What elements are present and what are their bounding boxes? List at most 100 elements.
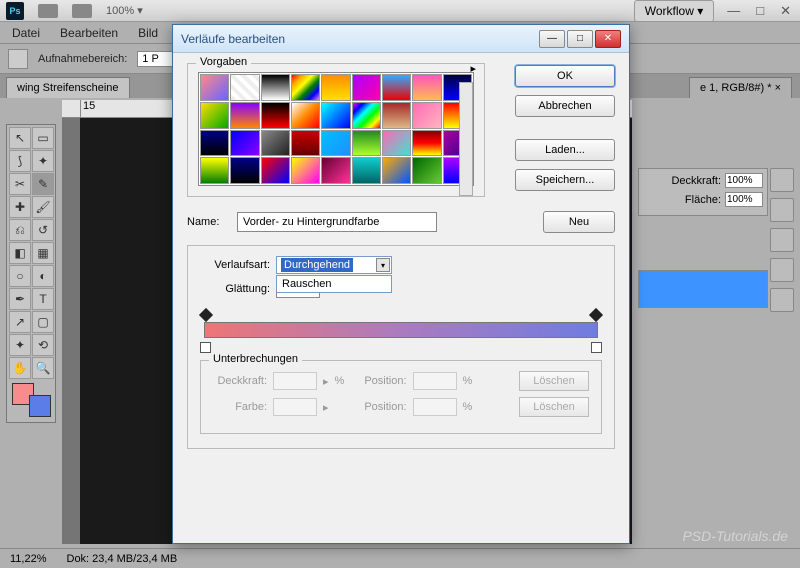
gradient-preset[interactable]	[261, 102, 290, 129]
eyedropper-tool-icon[interactable]: ✎	[32, 173, 54, 195]
gradient-preset[interactable]	[200, 157, 229, 184]
type-tool-icon[interactable]: T	[32, 288, 54, 310]
tool-preset-icon[interactable]	[8, 49, 28, 69]
gradient-preview[interactable]	[204, 316, 598, 344]
layer-thumbnail[interactable]	[638, 270, 768, 308]
brush-tool-icon[interactable]: 🖌	[32, 196, 54, 218]
menu-image[interactable]: Bild	[138, 26, 158, 40]
gradient-preset[interactable]	[291, 130, 320, 157]
ok-button[interactable]: OK	[515, 65, 615, 87]
gradient-preset[interactable]	[412, 102, 441, 129]
gradient-preset[interactable]	[291, 102, 320, 129]
dodge-tool-icon[interactable]: ◐	[32, 265, 54, 287]
gradient-preset[interactable]	[291, 74, 320, 101]
blur-tool-icon[interactable]: ○	[9, 265, 31, 287]
combo-option[interactable]: Rauschen	[277, 276, 391, 292]
gradient-preset[interactable]	[382, 74, 411, 101]
gradient-preset[interactable]	[261, 130, 290, 157]
panel-icon[interactable]	[770, 168, 794, 192]
menu-file[interactable]: Datei	[12, 26, 40, 40]
gradient-preset[interactable]	[382, 157, 411, 184]
gradient-preset[interactable]	[412, 74, 441, 101]
panel-icon[interactable]	[770, 228, 794, 252]
history-brush-icon[interactable]: ↺	[32, 219, 54, 241]
background-color[interactable]	[29, 395, 51, 417]
presets-menu-icon[interactable]: ▸	[470, 62, 476, 75]
gradient-preset[interactable]	[200, 102, 229, 129]
maximize-icon[interactable]: □	[753, 3, 767, 18]
minibridge-icon[interactable]	[72, 4, 92, 18]
color-swatches[interactable]	[9, 380, 54, 420]
panel-icon[interactable]	[770, 198, 794, 222]
workspace-selector[interactable]: Workflow ▾	[634, 0, 714, 22]
save-button[interactable]: Speichern...	[515, 169, 615, 191]
panel-icon[interactable]	[770, 288, 794, 312]
shape-tool-icon[interactable]: ▢	[32, 311, 54, 333]
opacity-stop[interactable]	[589, 308, 603, 322]
gradient-preset[interactable]	[261, 74, 290, 101]
heal-tool-icon[interactable]: ✚	[9, 196, 31, 218]
gradient-preset[interactable]	[412, 130, 441, 157]
wand-tool-icon[interactable]: ✦	[32, 150, 54, 172]
3d-tool-icon[interactable]: ✦	[9, 334, 31, 356]
gradient-preset[interactable]	[412, 157, 441, 184]
new-button[interactable]: Neu	[543, 211, 615, 233]
gradient-preset[interactable]	[382, 102, 411, 129]
bridge-icon[interactable]	[38, 4, 58, 18]
eraser-tool-icon[interactable]: ◧	[9, 242, 31, 264]
gradient-preset[interactable]	[230, 130, 259, 157]
hand-tool-icon[interactable]: ✋	[9, 357, 31, 379]
gradient-track[interactable]	[204, 322, 598, 338]
document-tab[interactable]: e 1, RGB/8#) * ×	[689, 77, 792, 98]
gradient-preset[interactable]	[352, 157, 381, 184]
gradient-preset[interactable]	[291, 157, 320, 184]
color-stop[interactable]	[591, 342, 602, 353]
stamp-tool-icon[interactable]: ⎌	[9, 219, 31, 241]
gradient-preset[interactable]	[230, 157, 259, 184]
chevron-down-icon[interactable]: ▾	[376, 258, 390, 272]
close-icon[interactable]: ✕	[777, 3, 794, 19]
status-zoom[interactable]: 11,22%	[10, 553, 47, 565]
panel-icon[interactable]	[770, 258, 794, 282]
gradient-preset[interactable]	[230, 74, 259, 101]
opacity-stop[interactable]	[199, 308, 213, 322]
dialog-titlebar[interactable]: Verläufe bearbeiten — □ ✕	[173, 25, 629, 53]
gradient-preset[interactable]	[321, 74, 350, 101]
cancel-button[interactable]: Abbrechen	[515, 95, 615, 117]
lasso-tool-icon[interactable]: ⟆	[9, 150, 31, 172]
opacity-field[interactable]	[725, 173, 763, 188]
zoom-tool-icon[interactable]: 🔍	[32, 357, 54, 379]
move-tool-icon[interactable]: ↖	[9, 127, 31, 149]
gradient-preset[interactable]	[321, 157, 350, 184]
load-button[interactable]: Laden...	[515, 139, 615, 161]
menu-edit[interactable]: Bearbeiten	[60, 26, 118, 40]
rotate-tool-icon[interactable]: ⟲	[32, 334, 54, 356]
gradient-preset[interactable]	[230, 102, 259, 129]
gradient-preset[interactable]	[321, 130, 350, 157]
gradient-preset[interactable]	[200, 74, 229, 101]
document-tab[interactable]: wing Streifenscheine	[6, 77, 130, 98]
dialog-minimize-icon[interactable]: —	[539, 30, 565, 48]
name-field[interactable]	[237, 212, 437, 232]
dialog-close-icon[interactable]: ✕	[595, 30, 621, 48]
color-stop[interactable]	[200, 342, 211, 353]
gradient-preset[interactable]	[352, 74, 381, 101]
zoom-level[interactable]: 100% ▾	[106, 4, 143, 17]
gradient-preset[interactable]	[261, 157, 290, 184]
presets-grid[interactable]	[198, 72, 474, 186]
gradient-preset[interactable]	[352, 102, 381, 129]
gradient-preset[interactable]	[352, 130, 381, 157]
crop-tool-icon[interactable]: ✂	[9, 173, 31, 195]
pen-tool-icon[interactable]: ✒	[9, 288, 31, 310]
gradient-type-combo[interactable]: Durchgehend ▾ Rauschen	[276, 256, 392, 274]
scrollbar[interactable]	[459, 82, 473, 196]
dialog-maximize-icon[interactable]: □	[567, 30, 593, 48]
gradient-preset[interactable]	[200, 130, 229, 157]
gradient-preset[interactable]	[321, 102, 350, 129]
fill-field[interactable]	[725, 192, 763, 207]
marquee-tool-icon[interactable]: ▭	[32, 127, 54, 149]
gradient-tool-icon[interactable]: ▦	[32, 242, 54, 264]
gradient-preset[interactable]	[382, 130, 411, 157]
minimize-icon[interactable]: —	[724, 3, 743, 18]
path-tool-icon[interactable]: ↗	[9, 311, 31, 333]
